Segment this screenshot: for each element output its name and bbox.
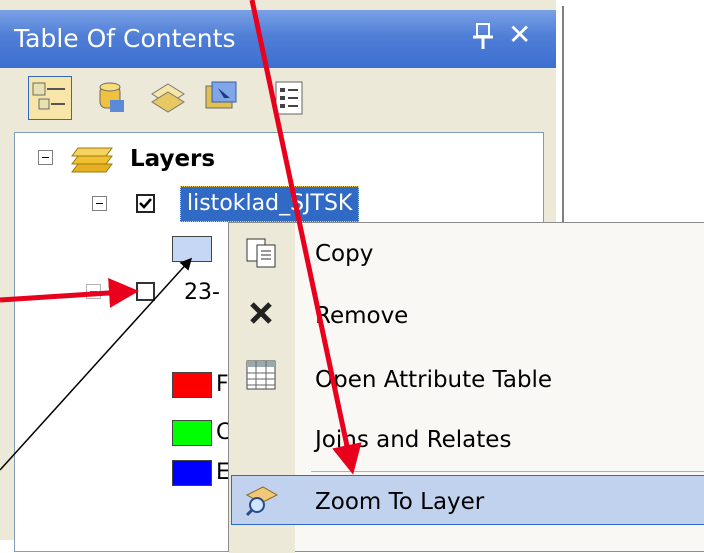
- annotation-arrows: [0, 0, 362, 475]
- red-arrow-to-zoom: [249, 0, 362, 475]
- red-arrow-to-checkbox: [0, 277, 139, 308]
